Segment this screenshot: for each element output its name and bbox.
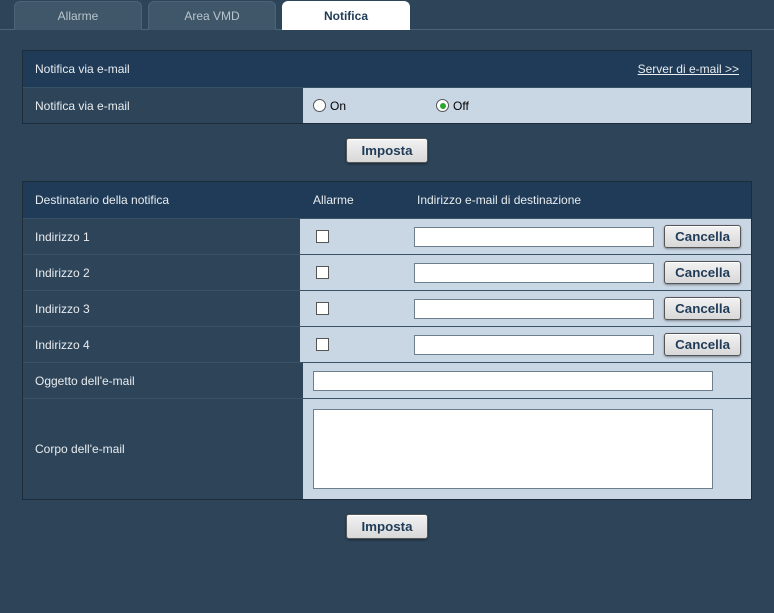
cancel-button-4[interactable]: Cancella (664, 333, 741, 356)
set-button-row-2: Imposta (22, 514, 752, 539)
tab-notify-label: Notifica (324, 9, 368, 23)
addr-input-2[interactable] (414, 263, 654, 283)
email-notify-panel: Notifica via e-mail Server di e-mail >> … (22, 50, 752, 124)
content-area: Notifica via e-mail Server di e-mail >> … (0, 30, 774, 577)
addr-input-4[interactable] (414, 335, 654, 355)
set-button-row-1: Imposta (22, 138, 752, 163)
table-row: Indirizzo 4 Cancella (23, 326, 751, 362)
addr-label-4: Indirizzo 4 (23, 327, 300, 362)
email-notify-row: Notifica via e-mail On Off (23, 87, 751, 123)
set-button-2[interactable]: Imposta (346, 514, 427, 539)
set-button-1[interactable]: Imposta (346, 138, 427, 163)
tab-vmd[interactable]: Area VMD (148, 1, 276, 30)
addr-input-1[interactable] (414, 227, 654, 247)
body-textarea[interactable] (313, 409, 713, 489)
radio-off-label: Off (453, 99, 469, 113)
tab-alarm[interactable]: Allarme (14, 1, 142, 30)
tab-vmd-label: Area VMD (184, 9, 239, 23)
body-field (303, 399, 751, 499)
radio-on-icon (313, 99, 326, 112)
email-notify-options: On Off (303, 88, 751, 123)
subject-field (303, 363, 751, 398)
addr-fields-4: Cancella (300, 327, 751, 362)
subject-label: Oggetto dell'e-mail (23, 363, 303, 398)
recipient-panel: Destinatario della notifica Allarme Indi… (22, 181, 752, 500)
subject-input[interactable] (313, 371, 713, 391)
addr-fields-1: Cancella (300, 219, 751, 254)
alarm-checkbox-4[interactable] (316, 338, 329, 351)
subject-row: Oggetto dell'e-mail (23, 362, 751, 398)
recipient-header-left: Destinatario della notifica (23, 182, 303, 218)
cancel-button-1[interactable]: Cancella (664, 225, 741, 248)
body-label: Corpo dell'e-mail (23, 399, 303, 499)
email-server-link[interactable]: Server di e-mail >> (638, 62, 739, 76)
alarm-checkbox-3[interactable] (316, 302, 329, 315)
table-row: Indirizzo 3 Cancella (23, 290, 751, 326)
table-row: Indirizzo 2 Cancella (23, 254, 751, 290)
addr-fields-3: Cancella (300, 291, 751, 326)
col-addr-header: Indirizzo e-mail di destinazione (417, 193, 741, 207)
alarm-checkbox-2[interactable] (316, 266, 329, 279)
recipient-header: Destinatario della notifica Allarme Indi… (23, 182, 751, 218)
email-notify-label: Notifica via e-mail (23, 88, 303, 123)
addr-input-3[interactable] (414, 299, 654, 319)
email-notify-title: Notifica via e-mail (35, 62, 130, 76)
tab-notify[interactable]: Notifica (282, 1, 410, 30)
addr-label-1: Indirizzo 1 (23, 219, 300, 254)
addr-fields-2: Cancella (300, 255, 751, 290)
addr-label-3: Indirizzo 3 (23, 291, 300, 326)
tab-alarm-label: Allarme (58, 9, 99, 23)
body-row: Corpo dell'e-mail (23, 398, 751, 499)
addr-label-2: Indirizzo 2 (23, 255, 300, 290)
recipient-header-right: Allarme Indirizzo e-mail di destinazione (303, 182, 751, 218)
alarm-checkbox-1[interactable] (316, 230, 329, 243)
radio-on-label: On (330, 99, 346, 113)
col-alarm-header: Allarme (313, 193, 417, 207)
email-notify-header: Notifica via e-mail Server di e-mail >> (23, 51, 751, 87)
table-row: Indirizzo 1 Cancella (23, 218, 751, 254)
cancel-button-3[interactable]: Cancella (664, 297, 741, 320)
tab-bar: Allarme Area VMD Notifica (0, 0, 774, 30)
radio-off[interactable]: Off (436, 99, 469, 113)
radio-off-icon (436, 99, 449, 112)
cancel-button-2[interactable]: Cancella (664, 261, 741, 284)
radio-on[interactable]: On (313, 99, 346, 113)
